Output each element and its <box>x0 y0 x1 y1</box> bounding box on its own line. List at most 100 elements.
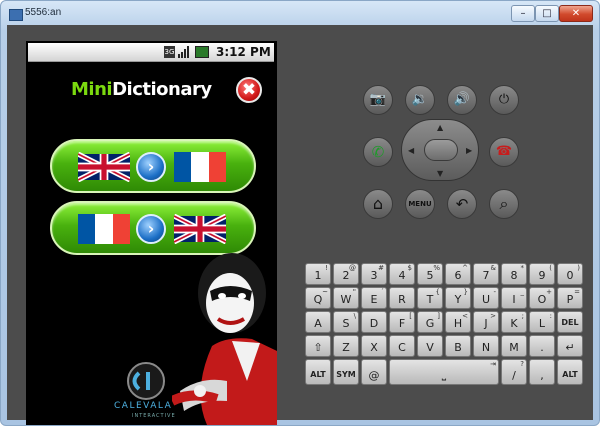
key-shift[interactable]: ⇧ <box>305 335 331 357</box>
key-alt-left[interactable]: ALT <box>305 359 331 385</box>
close-window-button[interactable]: ✕ <box>559 5 593 22</box>
close-icon: ✕ <box>571 8 581 19</box>
key-slash[interactable]: ? / <box>501 359 527 385</box>
key-x[interactable]: X <box>361 335 387 357</box>
key-j[interactable]: > J <box>473 311 499 333</box>
france-flag-icon <box>78 214 130 244</box>
camera-icon: 📷 <box>369 92 387 107</box>
key-s[interactable]: \ S <box>333 311 359 333</box>
back-button[interactable]: ↶ <box>447 189 477 219</box>
key-w[interactable]: " W <box>333 287 359 309</box>
key-q[interactable]: ~ Q <box>305 287 331 309</box>
key-f[interactable]: [F <box>389 311 415 333</box>
key-enter[interactable]: ↵ <box>557 335 583 357</box>
english-to-french-button[interactable]: › <box>50 139 256 193</box>
uk-flag-icon <box>78 152 130 182</box>
key-6[interactable]: ^ 6 <box>445 263 471 285</box>
key-sym[interactable]: SYM <box>333 359 359 385</box>
phone-screen[interactable]: 3G 3:12 PM MiniDictionary ✖ › › CALEVALA… <box>26 41 277 425</box>
volume-up-button[interactable]: 🔊 <box>447 85 477 115</box>
key-7[interactable]: & 7 <box>473 263 499 285</box>
key-a[interactable]: A <box>305 311 331 333</box>
status-time: 3:12 PM <box>216 45 271 59</box>
power-icon: ⏻ <box>498 92 510 107</box>
minimize-icon: – <box>520 8 526 19</box>
arrow-right-icon: › <box>136 214 166 244</box>
key-5[interactable]: % 5 <box>417 263 443 285</box>
search-icon: ⌕ <box>499 194 509 213</box>
key-r[interactable]: R <box>389 287 415 309</box>
dpad-up-icon[interactable]: ▲ <box>437 123 443 132</box>
emulator-window: 5556:an – □ ✕ 3G 3:12 PM MiniDictionary … <box>0 0 600 426</box>
key-1[interactable]: ! 1 <box>305 263 331 285</box>
app-title-mini: Mini <box>71 79 113 100</box>
key-period[interactable]: . <box>529 335 555 357</box>
key-2[interactable]: @2 <box>333 263 359 285</box>
france-flag-icon <box>174 152 226 182</box>
app-title: MiniDictionary <box>71 79 212 100</box>
key-p[interactable]: = P <box>557 287 583 309</box>
key-d[interactable]: D <box>361 311 387 333</box>
signal-icon <box>178 46 191 58</box>
app-title-dictionary: Dictionary <box>112 79 212 100</box>
key-t[interactable]: {T <box>417 287 443 309</box>
battery-icon <box>195 46 209 58</box>
emulator-body: 3G 3:12 PM MiniDictionary ✖ › › CALEVALA… <box>7 25 593 425</box>
key-8[interactable]: * 8 <box>501 263 527 285</box>
dpad-right-icon[interactable]: ▶ <box>466 146 472 155</box>
key-c[interactable]: C <box>389 335 415 357</box>
key-at[interactable]: @ <box>361 359 387 385</box>
key-h[interactable]: < H <box>445 311 471 333</box>
maximize-button[interactable]: □ <box>535 5 559 22</box>
key-4[interactable]: $4 <box>389 263 415 285</box>
key-3[interactable]: #3 <box>361 263 387 285</box>
volume-down-icon: 🔉 <box>411 92 429 107</box>
search-button[interactable]: ⌕ <box>489 189 519 219</box>
app-close-button[interactable]: ✖ <box>236 77 262 103</box>
key-m[interactable]: M <box>501 335 527 357</box>
volume-up-icon: 🔊 <box>453 92 471 107</box>
key-space[interactable]: ⇥ ⎵ <box>389 359 499 385</box>
end-call-button[interactable]: ☎ <box>489 137 519 167</box>
dpad-left-icon[interactable]: ◀ <box>408 146 414 155</box>
arrow-right-icon: › <box>136 152 166 182</box>
status-bar: 3G 3:12 PM <box>28 43 274 62</box>
key-9[interactable]: (9 <box>529 263 555 285</box>
key-comma[interactable]: , <box>529 359 555 385</box>
key-del[interactable]: DEL <box>557 311 583 333</box>
title-bar: 5556:an – □ ✕ <box>7 3 593 25</box>
menu-button[interactable]: MENU <box>405 189 435 219</box>
key-alt-right[interactable]: ALT <box>557 359 583 385</box>
key-y[interactable]: } Y <box>445 287 471 309</box>
network-3g-icon: 3G <box>164 46 175 58</box>
window-title: 5556:an <box>25 7 62 18</box>
key-k[interactable]: ; K <box>501 311 527 333</box>
camera-button[interactable]: 📷 <box>363 85 393 115</box>
minimize-button[interactable]: – <box>511 5 535 22</box>
uk-flag-icon <box>174 214 226 244</box>
key-i[interactable]: _ I <box>501 287 527 309</box>
key-z[interactable]: Z <box>333 335 359 357</box>
logo-subtext: INTERACTIVE <box>132 413 176 419</box>
key-b[interactable]: B <box>445 335 471 357</box>
volume-down-button[interactable]: 🔉 <box>405 85 435 115</box>
dpad[interactable]: ▲ ▼ ◀ ▶ <box>401 119 479 181</box>
dpad-down-icon[interactable]: ▼ <box>437 169 443 178</box>
back-icon: ↶ <box>455 195 469 213</box>
logo-text: CALEVALA <box>114 401 173 411</box>
key-u[interactable]: -U <box>473 287 499 309</box>
key-e[interactable]: ´ E <box>361 287 387 309</box>
dpad-center-button[interactable] <box>424 139 458 161</box>
call-button[interactable]: ✆ <box>363 137 393 167</box>
key-l[interactable]: :L <box>529 311 555 333</box>
key-n[interactable]: N <box>473 335 499 357</box>
power-button[interactable]: ⏻ <box>489 85 519 115</box>
home-button[interactable]: ⌂ <box>363 189 393 219</box>
end-call-icon: ☎ <box>495 144 513 159</box>
key-v[interactable]: V <box>417 335 443 357</box>
key-o[interactable]: + O <box>529 287 555 309</box>
home-icon: ⌂ <box>372 194 384 213</box>
hardware-keyboard: ! 1 @2 #3 $4 % 5 ^ 6 & 7 * 8 (9 ) 0 ~ Q " W ´ E R… <box>305 263 588 407</box>
key-0[interactable]: ) 0 <box>557 263 583 285</box>
key-g[interactable]: ] G <box>417 311 443 333</box>
